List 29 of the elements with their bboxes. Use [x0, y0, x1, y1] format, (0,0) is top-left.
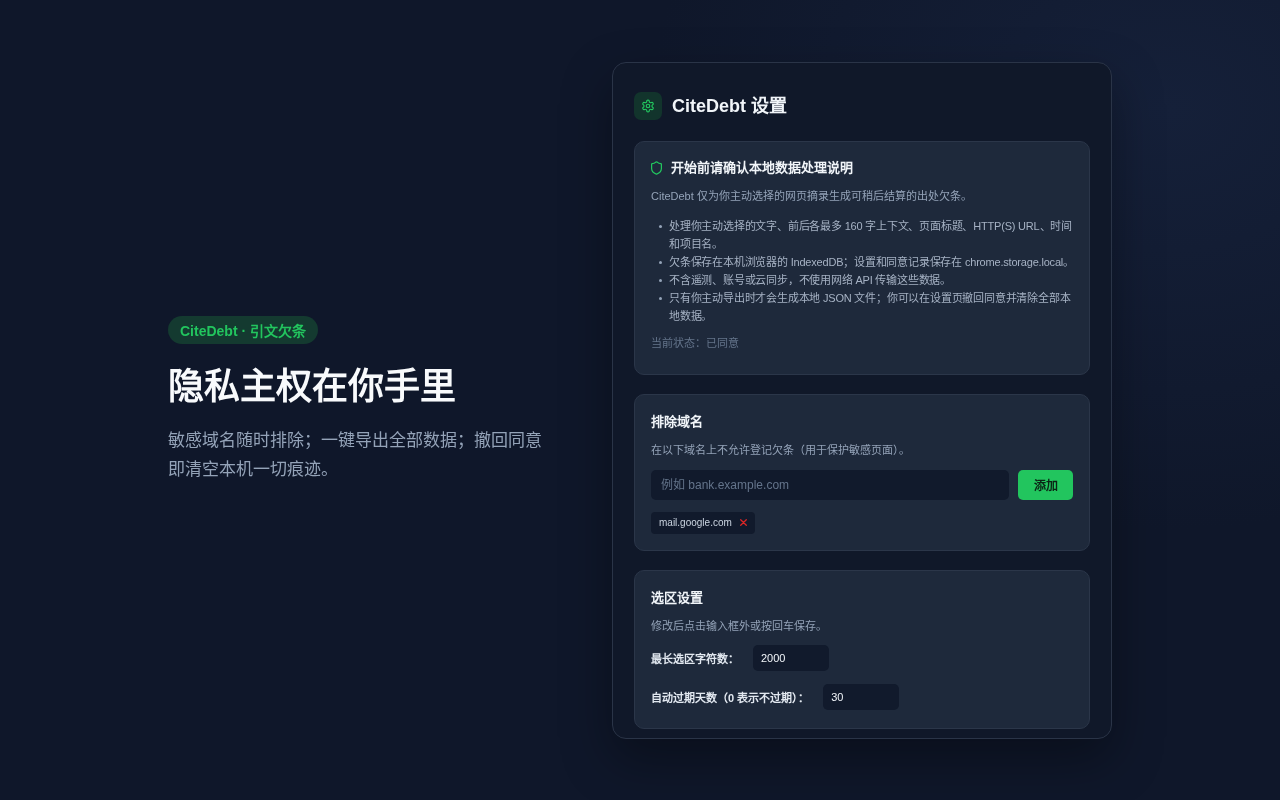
list-item-text: 只有你主动导出时才会生成本地 JSON 文件；你可以在设置页撤回同意并清除全部本地数据。: [669, 290, 1072, 324]
panel-title: CiteDebt 设置: [672, 94, 787, 118]
card-description: CiteDebt 仅为你主动选择的网页摘录生成可稍后结算的出处欠条。: [651, 188, 973, 204]
number-input-field[interactable]: 30: [823, 683, 900, 710]
shield-icon: [651, 160, 662, 175]
bullet-icon: [659, 278, 662, 282]
field-label: 自动过期天数（0 表示不过期）：: [651, 690, 810, 705]
number-input-field[interactable]: 2000: [753, 644, 829, 671]
card-title: 选区设置: [651, 588, 704, 607]
bullet-icon: [659, 296, 662, 300]
list-item-text: 处理你主动选择的文字、前后各最多 160 字上下文、页面标题、HTTP(S) URL、时间和项目名。: [669, 218, 1073, 252]
close-icon[interactable]: [739, 519, 747, 526]
domain-input-field[interactable]: 例如 bank.example.com: [651, 469, 1009, 500]
domain-label: mail.google.com: [659, 517, 732, 528]
card-title: 开始前请确认本地数据处理说明: [671, 158, 853, 177]
list-item-text: 不含遥测、账号或云同步，不使用网络 API 传输这些数据。: [669, 272, 953, 288]
gear-icon: [634, 91, 662, 120]
add-button[interactable]: 添加: [1018, 469, 1073, 500]
hero-title: 隐私主权在你手里: [168, 365, 456, 409]
bullet-icon: [659, 224, 662, 228]
hero-subtitle: 敏感域名随时排除；一键导出全部数据；撤回同意即清空本机一切痕迹。: [168, 430, 543, 481]
list-item-text: 欠条保存在本机浏览器的 IndexedDB；设置和同意记录保存在 chrome.storage.local。: [669, 254, 1075, 270]
field-label: 最长选区字符数：: [651, 651, 739, 666]
brand-badge: CiteDebt · 引文欠条: [168, 316, 318, 344]
card-title: 排除域名: [651, 412, 704, 431]
card-description: 修改后点击输入框外或按回车保存。: [651, 618, 828, 634]
card-description: 在以下域名上不允许登记欠条（用于保护敏感页面）。: [651, 442, 911, 458]
consent-status: 当前状态：已同意: [651, 335, 740, 351]
bullet-icon: [659, 260, 662, 264]
